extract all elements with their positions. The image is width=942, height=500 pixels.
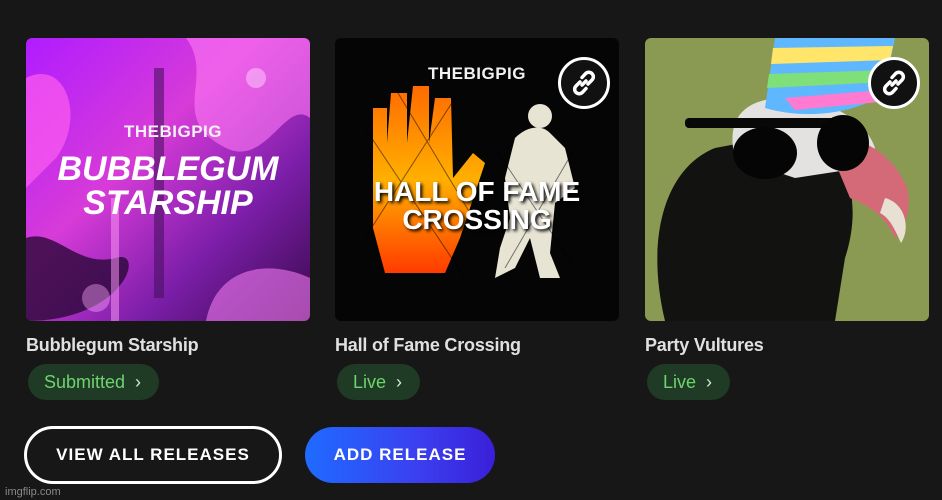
link-icon[interactable] xyxy=(868,57,920,109)
cover-title-line1: BUBBLEGUM xyxy=(57,150,279,188)
status-badge[interactable]: Submitted › xyxy=(28,364,160,400)
link-icon[interactable] xyxy=(558,57,610,109)
add-release-button[interactable]: ADD RELEASE xyxy=(305,427,495,483)
cover-title-line1: HALL OF FAME xyxy=(373,176,581,207)
release-title[interactable]: Bubblegum Starship xyxy=(26,335,310,356)
status-label: Submitted xyxy=(44,371,126,392)
release-card-party-vultures[interactable]: Party Vultures Live › xyxy=(645,38,929,400)
release-title[interactable]: Party Vultures xyxy=(645,335,929,356)
chevron-right-icon: › xyxy=(396,371,403,392)
link-icon-glyph xyxy=(882,70,906,96)
release-cover-art[interactable]: THEBIGPIG HALL OF FAME CROSSING xyxy=(335,38,619,321)
cover-artist-text: THEBIGPIG xyxy=(124,122,223,141)
cover-title-text: HALL OF FAME CROSSING xyxy=(349,178,605,234)
watermark: imgflip.com xyxy=(5,486,61,498)
chevron-right-icon: › xyxy=(135,371,142,392)
chevron-right-icon: › xyxy=(706,371,713,392)
status-badge[interactable]: Live › xyxy=(647,364,731,400)
cover-artist-text: THEBIGPIG xyxy=(428,64,527,83)
release-cover-art[interactable]: THEBIGPIG BUBBLEGUM STARSHIP xyxy=(26,38,310,321)
status-label: Live xyxy=(353,371,387,392)
view-all-releases-button[interactable]: VIEW ALL RELEASES xyxy=(24,426,282,484)
release-card-bubblegum-starship[interactable]: THEBIGPIG BUBBLEGUM STARSHIP Bubblegum S… xyxy=(26,38,310,400)
release-card-hall-of-fame-crossing[interactable]: THEBIGPIG HALL OF FAME CROSSING Hall of … xyxy=(335,38,619,400)
status-badge[interactable]: Live › xyxy=(337,364,421,400)
release-title[interactable]: Hall of Fame Crossing xyxy=(335,335,619,356)
cover-title-line2: CROSSING xyxy=(402,204,552,235)
cover-title-text: BUBBLEGUM STARSHIP xyxy=(46,152,290,220)
cover-title-line2: STARSHIP xyxy=(83,184,253,222)
release-cover-art[interactable] xyxy=(645,38,929,321)
link-icon-glyph xyxy=(572,70,596,96)
status-label: Live xyxy=(663,371,697,392)
